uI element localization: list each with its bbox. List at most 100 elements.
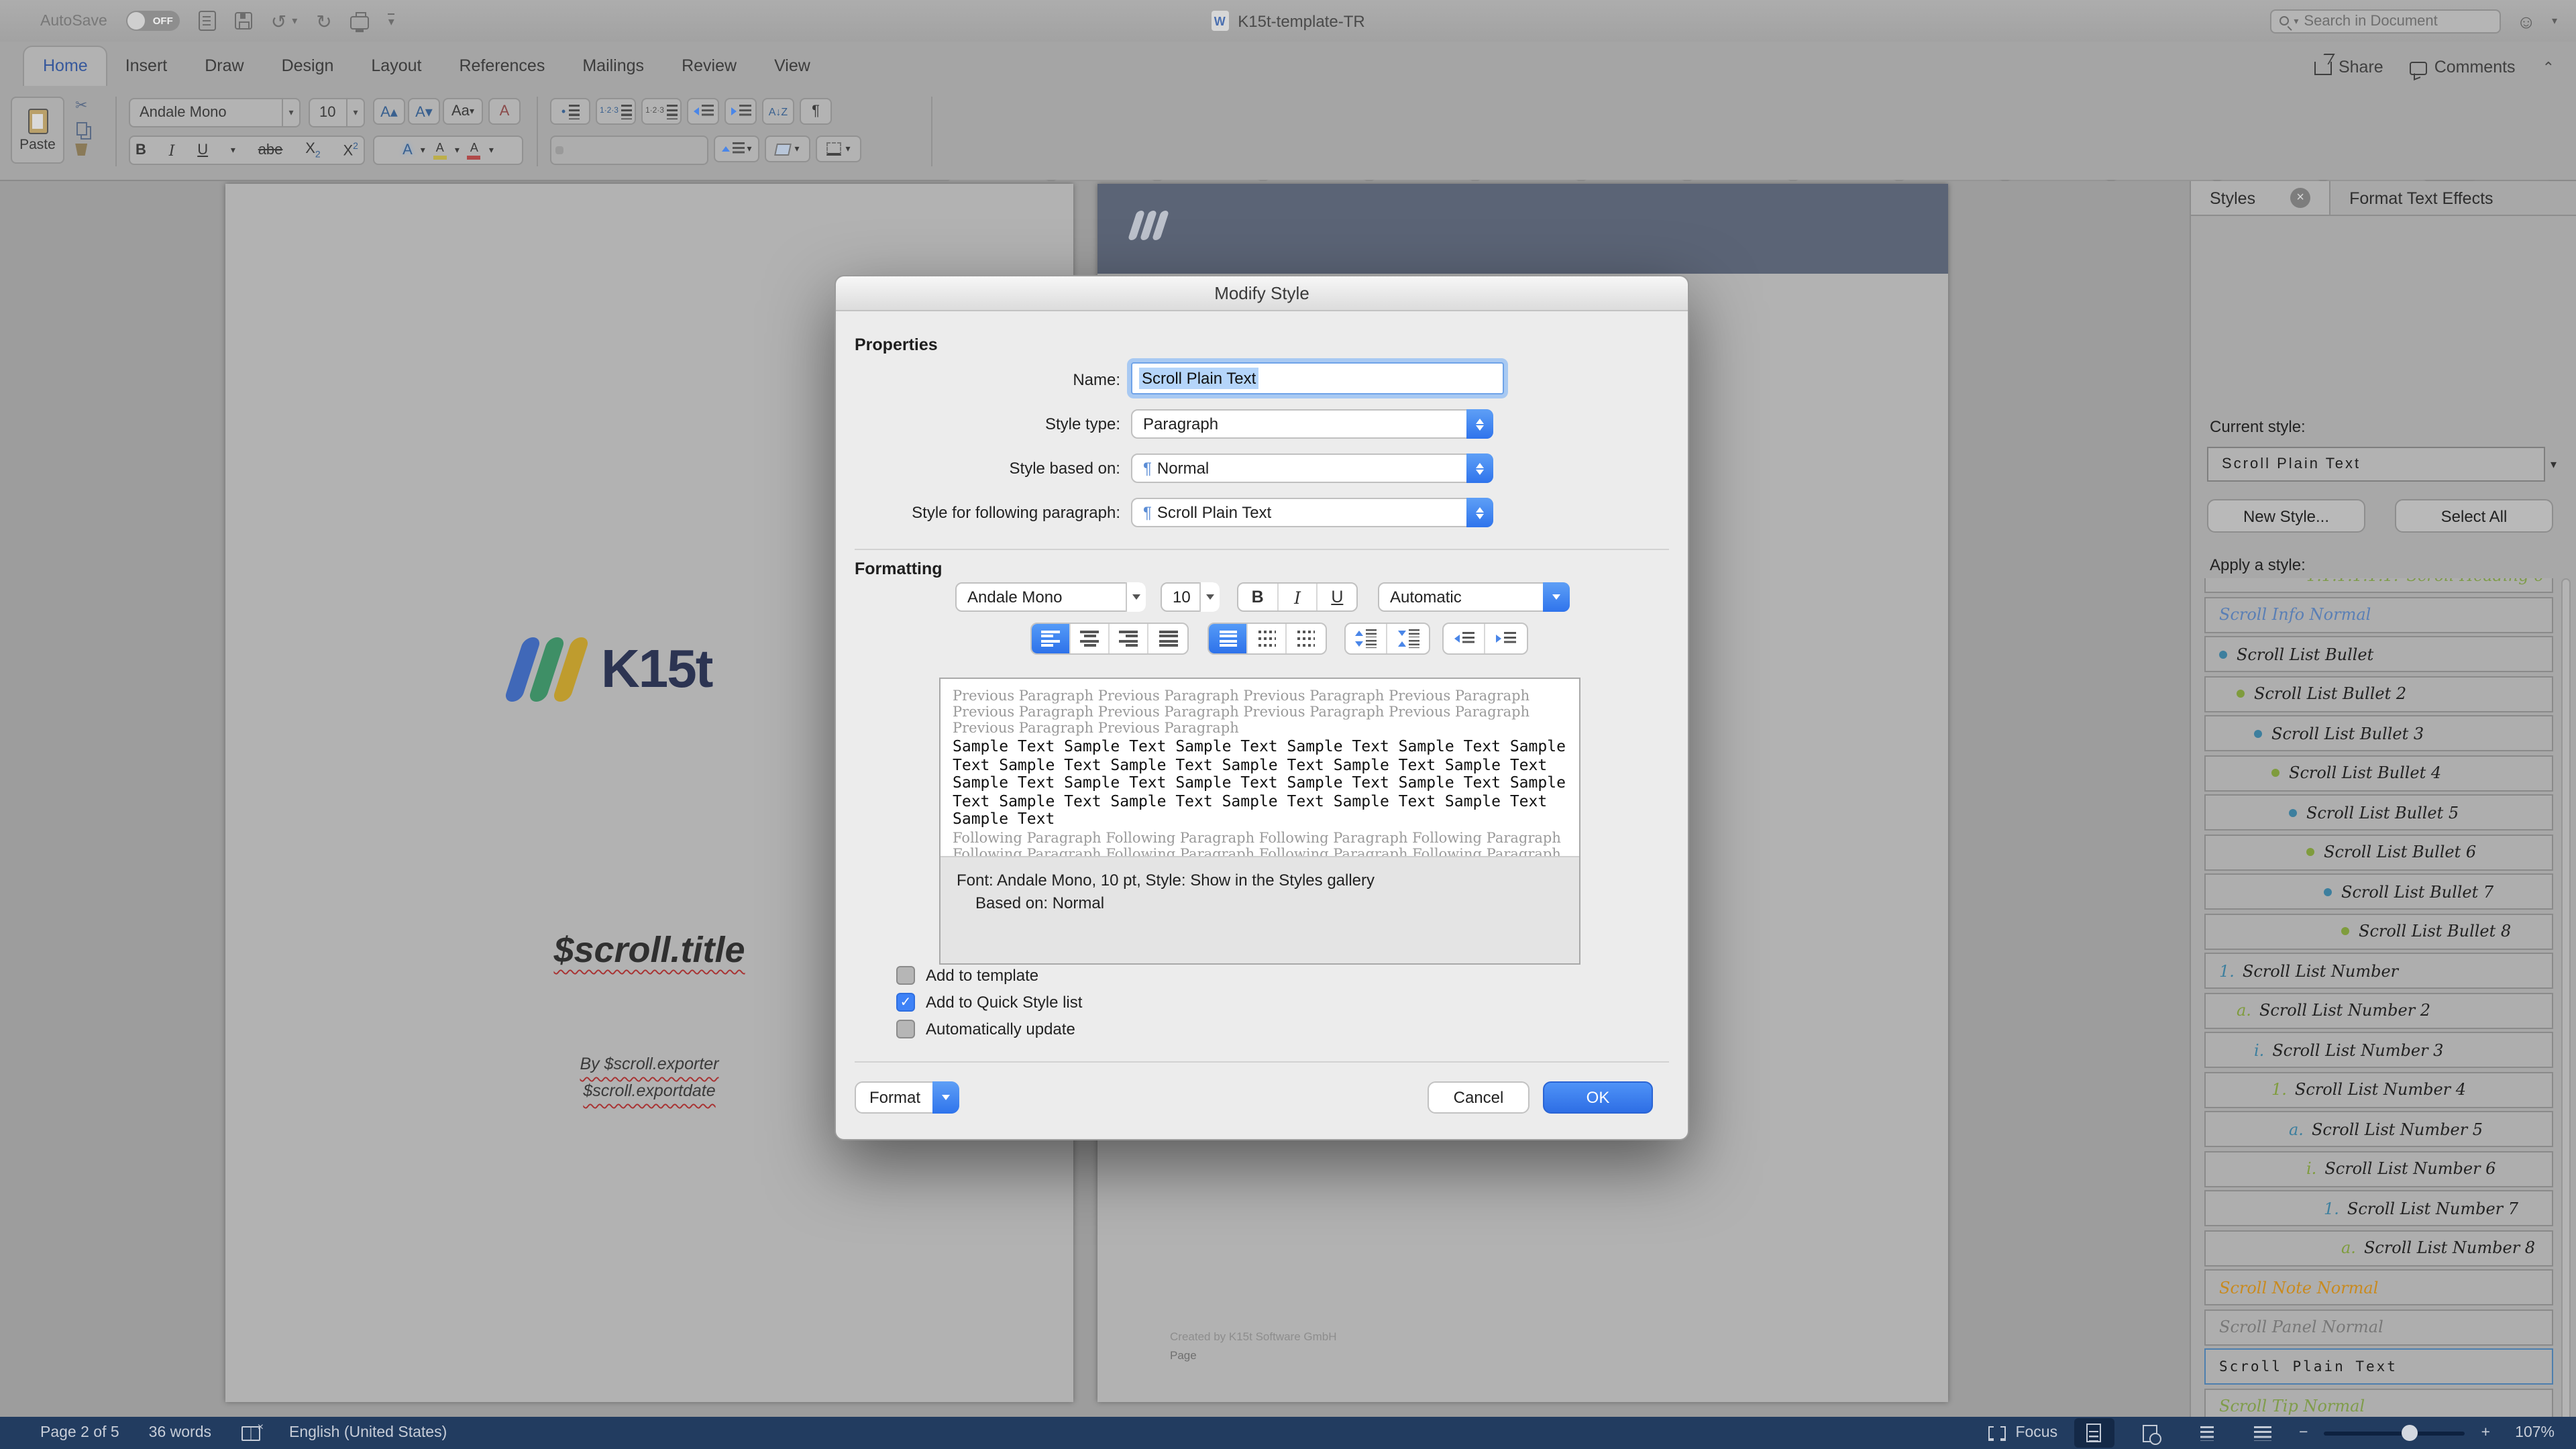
undo-dropdown-icon[interactable]: ▾: [292, 15, 297, 26]
current-style-dropdown-icon[interactable]: ▾: [2551, 458, 2557, 472]
dialog-checkbox-automatically-update[interactable]: Automatically update: [896, 1020, 1082, 1038]
font-color-dropdown[interactable]: Automatic: [1378, 582, 1570, 612]
style-item-scroll-list-number-3[interactable]: i.Scroll List Number 3: [2204, 1032, 2553, 1068]
italic-button[interactable]: I: [169, 142, 175, 159]
paste-button[interactable]: Paste: [11, 97, 64, 164]
style-name-input[interactable]: Scroll Plain Text: [1131, 362, 1504, 394]
ribbon-font-name-combo[interactable]: Andale Mono▾: [129, 98, 301, 127]
clear-formatting-button[interactable]: A: [488, 98, 521, 125]
style-type-dropdown[interactable]: Paragraph: [1131, 409, 1493, 439]
ribbon-tab-references[interactable]: References: [440, 47, 564, 86]
single-spacing-toggle[interactable]: [1209, 624, 1248, 653]
ribbon-tab-review[interactable]: Review: [663, 47, 755, 86]
underline-dropdown-icon[interactable]: ▾: [231, 145, 235, 156]
one-half-spacing-toggle[interactable]: [1248, 624, 1287, 653]
style-item-scroll-plain-text[interactable]: Scroll Plain Text: [2204, 1348, 2553, 1385]
word-count[interactable]: 36 words: [149, 1425, 211, 1441]
autosave-toggle[interactable]: OFF: [126, 11, 180, 31]
style-item-scroll-list-bullet-6[interactable]: Scroll List Bullet 6: [2204, 834, 2553, 870]
underline-toggle[interactable]: U: [1318, 584, 1356, 610]
line-spacing-button[interactable]: ▾: [714, 136, 759, 162]
style-based-on-dropdown[interactable]: ¶Normal: [1131, 453, 1493, 483]
style-item-scroll-list-bullet-3[interactable]: Scroll List Bullet 3: [2204, 715, 2553, 751]
following-paragraph-dropdown[interactable]: ¶Scroll Plain Text: [1131, 498, 1493, 527]
language-indicator[interactable]: English (United States): [289, 1425, 447, 1441]
ribbon-tab-design[interactable]: Design: [263, 47, 353, 86]
style-item-scroll-note-normal[interactable]: Scroll Note Normal: [2204, 1269, 2553, 1305]
multilevel-list-button[interactable]: 1·2·3: [641, 98, 682, 125]
share-button[interactable]: Share: [2314, 58, 2383, 76]
align-center-toggle[interactable]: [1071, 624, 1110, 653]
increase-indent-toggle[interactable]: [1485, 624, 1527, 653]
new-document-icon[interactable]: [199, 11, 216, 31]
dialog-checkbox-add-to-quick-style-list[interactable]: ✓Add to Quick Style list: [896, 993, 1082, 1012]
show-paragraph-marks-button[interactable]: ¶: [800, 98, 832, 125]
format-menu-button[interactable]: Format: [855, 1081, 959, 1114]
bullets-button[interactable]: •: [550, 98, 590, 125]
page-indicator[interactable]: Page 2 of 5: [40, 1425, 119, 1441]
zoom-in-button[interactable]: +: [2481, 1425, 2490, 1441]
comments-button[interactable]: Comments: [2410, 58, 2516, 76]
close-pane-icon[interactable]: ×: [2290, 188, 2310, 208]
style-item-scroll-list-number-4[interactable]: 1.Scroll List Number 4: [2204, 1071, 2553, 1108]
style-item-scroll-list-number[interactable]: 1.Scroll List Number: [2204, 953, 2553, 989]
current-style-combo[interactable]: Scroll Plain Text: [2207, 447, 2545, 482]
style-item-scroll-list-number-6[interactable]: i.Scroll List Number 6: [2204, 1150, 2553, 1187]
borders-button[interactable]: ▾: [816, 136, 861, 162]
ok-button[interactable]: OK: [1543, 1081, 1653, 1114]
zoom-out-button[interactable]: −: [2299, 1425, 2308, 1441]
decrease-indent-toggle[interactable]: [1444, 624, 1485, 653]
ribbon-tab-mailings[interactable]: Mailings: [564, 47, 663, 86]
ribbon-tab-draw[interactable]: Draw: [186, 47, 262, 86]
text-effects-button[interactable]: A: [402, 142, 413, 158]
bold-toggle[interactable]: B: [1238, 584, 1278, 610]
numbering-button[interactable]: 1·2·3: [596, 98, 636, 125]
select-all-button[interactable]: Select All: [2395, 499, 2553, 533]
style-item-scroll-list-bullet[interactable]: Scroll List Bullet: [2204, 636, 2553, 672]
grow-font-button[interactable]: A▴: [373, 98, 405, 125]
zoom-slider-thumb[interactable]: [2402, 1424, 2418, 1440]
new-style-button[interactable]: New Style...: [2207, 499, 2365, 533]
checkbox-icon[interactable]: [896, 1020, 915, 1038]
feedback-smiley-icon[interactable]: ☺: [2516, 10, 2536, 32]
style-item-scroll-list-number-2[interactable]: a.Scroll List Number 2: [2204, 992, 2553, 1028]
zoom-percentage[interactable]: 107%: [2506, 1425, 2555, 1441]
customize-toolbar-icon[interactable]: ▾: [388, 13, 394, 28]
sort-button[interactable]: A↓Z: [762, 98, 794, 125]
italic-toggle[interactable]: I: [1278, 584, 1318, 610]
justify-toggle[interactable]: [1148, 624, 1187, 653]
style-item-scroll-list-bullet-7[interactable]: Scroll List Bullet 7: [2204, 873, 2553, 910]
search-scope-icon[interactable]: ▾: [2294, 15, 2298, 26]
superscript-button[interactable]: X2: [343, 142, 358, 158]
redo-icon[interactable]: ↻: [316, 11, 331, 30]
checkbox-icon[interactable]: ✓: [896, 993, 915, 1012]
cut-icon[interactable]: ✂: [75, 97, 87, 114]
style-item-scroll-list-bullet-4[interactable]: Scroll List Bullet 4: [2204, 755, 2553, 791]
ribbon-font-size-combo[interactable]: 10▾: [309, 98, 365, 127]
style-item-scroll-list-bullet-2[interactable]: Scroll List Bullet 2: [2204, 676, 2553, 712]
format-size-dropdown[interactable]: 10: [1161, 582, 1220, 612]
save-icon[interactable]: [235, 12, 252, 30]
double-spacing-toggle[interactable]: [1287, 624, 1326, 653]
proofing-status-icon[interactable]: ×: [241, 1426, 260, 1440]
style-item-scroll-panel-normal[interactable]: Scroll Panel Normal: [2204, 1309, 2553, 1345]
change-case-button[interactable]: Aa▾: [443, 98, 483, 125]
format-font-dropdown[interactable]: Andale Mono: [955, 582, 1146, 612]
collapse-ribbon-icon[interactable]: ⌃: [2542, 58, 2555, 76]
ribbon-tab-view[interactable]: View: [755, 47, 829, 86]
checkbox-icon[interactable]: [896, 966, 915, 985]
outline-view-button[interactable]: [2186, 1418, 2226, 1448]
dialog-checkbox-add-to-template[interactable]: Add to template: [896, 966, 1082, 985]
font-color-button[interactable]: A: [468, 141, 481, 160]
zoom-slider[interactable]: [2324, 1431, 2465, 1435]
style-item-scroll-list-number-7[interactable]: 1.Scroll List Number 7: [2204, 1190, 2553, 1226]
feedback-dropdown-icon[interactable]: ▾: [2552, 15, 2557, 27]
shading-button[interactable]: ▾: [765, 136, 810, 162]
highlight-button[interactable]: A: [433, 141, 447, 160]
align-left-button[interactable]: [555, 146, 564, 154]
focus-button[interactable]: Focus: [1988, 1425, 2057, 1441]
strikethrough-button[interactable]: abe: [258, 142, 283, 158]
underline-button[interactable]: U: [197, 142, 208, 158]
style-item-scroll-info-normal[interactable]: Scroll Info Normal: [2204, 596, 2553, 633]
ribbon-tab-insert[interactable]: Insert: [107, 47, 186, 86]
